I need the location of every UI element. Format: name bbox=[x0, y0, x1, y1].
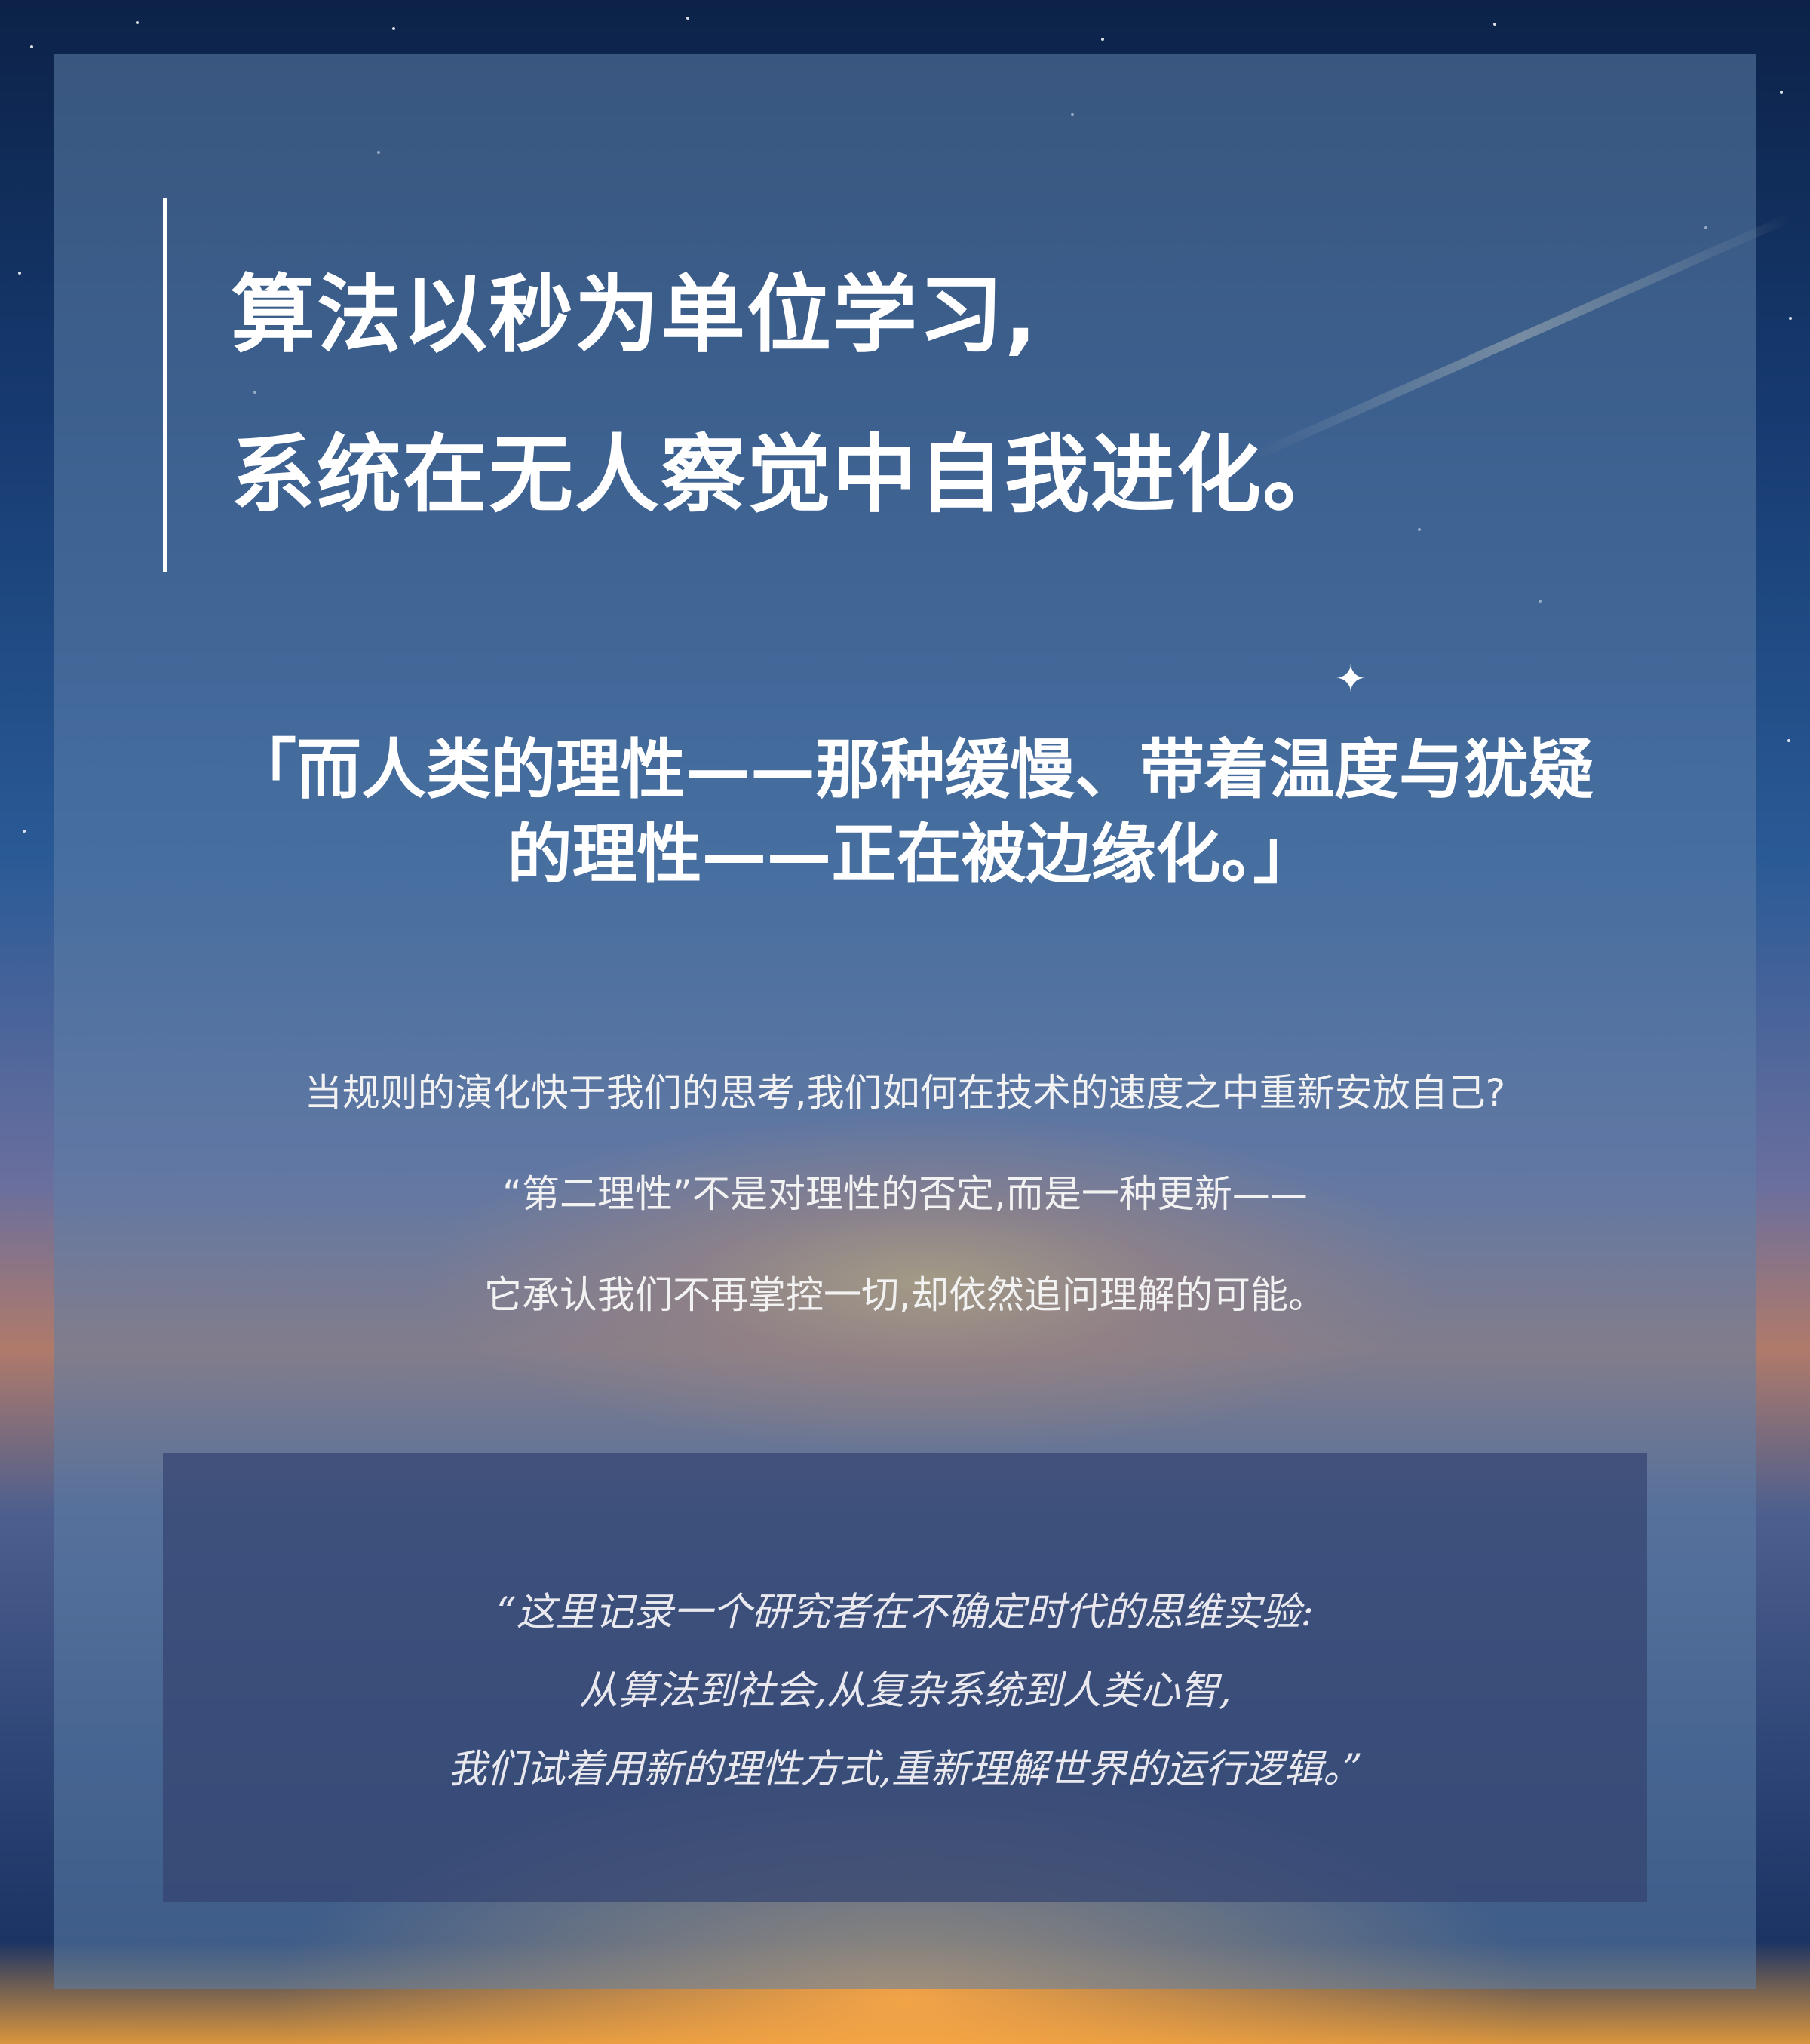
headline-line-1: 算法以秒为单位学习, bbox=[231, 266, 1038, 364]
headline-accent-bar bbox=[163, 198, 167, 572]
headline: 算法以秒为单位学习, 系统在无人察觉中自我进化。 bbox=[231, 235, 1513, 555]
quote-line-2: 从算法到社会,从复杂系统到人类心智, bbox=[578, 1668, 1232, 1714]
star bbox=[686, 17, 689, 20]
star bbox=[30, 45, 33, 48]
quote-line-3: 我们试着用新的理性方式,重新理解世界的运行逻辑。” bbox=[447, 1747, 1363, 1792]
star bbox=[1787, 739, 1790, 742]
body-line-3: 它承认我们不再掌控一切,却依然追问理解的可能。 bbox=[484, 1273, 1326, 1317]
star bbox=[136, 21, 139, 24]
subheading-line-2: 的理性——正在被边缘化。」 bbox=[507, 817, 1318, 892]
body-line-2: “第二理性”不是对理性的否定,而是一种更新—— bbox=[502, 1172, 1308, 1216]
subheading-quote: 「而人类的理性——那种缓慢、带着温度与犹疑 的理性——正在被边缘化。」 bbox=[211, 728, 1614, 897]
headline-line-2: 系统在无人察觉中自我进化。 bbox=[231, 426, 1348, 524]
body-line-1: 当规则的演化快于我们的思考,我们如何在技术的速度之中重新安放自己? bbox=[304, 1071, 1506, 1115]
star bbox=[1493, 23, 1496, 26]
quote-text: “这里记录一个研究者在不确定时代的思维实验: 从算法到社会,从复杂系统到人类心智… bbox=[163, 1573, 1647, 1809]
star bbox=[1789, 317, 1792, 320]
star bbox=[1780, 91, 1783, 94]
sparkle-star-icon: ✦ bbox=[1335, 657, 1367, 701]
body-paragraph: 当规则的演化快于我们的思考,我们如何在技术的速度之中重新安放自己? “第二理性”… bbox=[166, 1042, 1644, 1346]
star bbox=[18, 272, 21, 275]
quote-line-1: “这里记录一个研究者在不确定时代的思维实验: bbox=[495, 1590, 1315, 1635]
star bbox=[23, 830, 26, 833]
subheading-line-1: 「而人类的理性——那种缓慢、带着温度与犹疑 bbox=[232, 732, 1594, 808]
star bbox=[392, 27, 395, 30]
quote-box: “这里记录一个研究者在不确定时代的思维实验: 从算法到社会,从复杂系统到人类心智… bbox=[163, 1453, 1647, 1902]
star bbox=[1101, 38, 1104, 41]
